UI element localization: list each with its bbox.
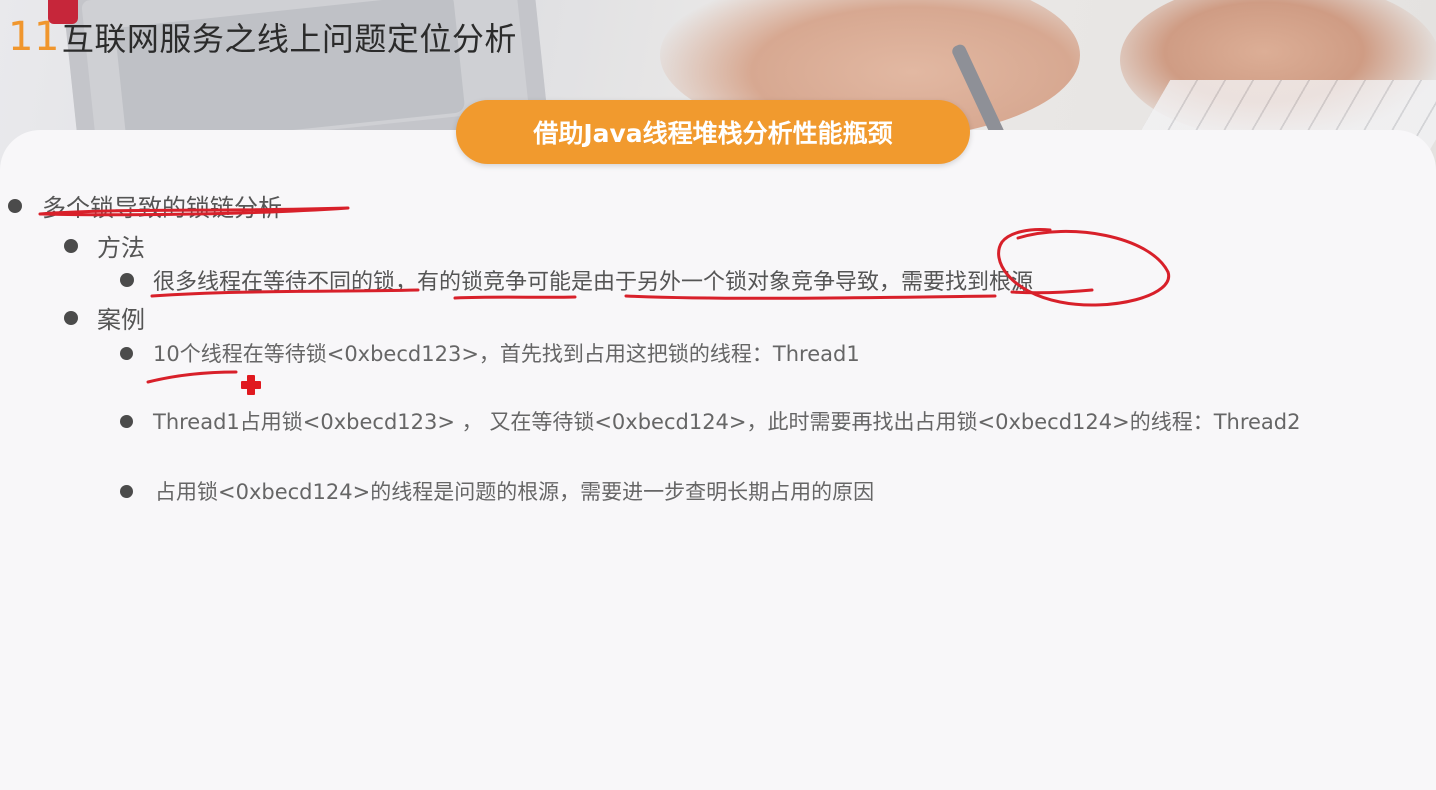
bullet-dot-icon xyxy=(64,238,78,253)
slide-content-card xyxy=(0,130,1436,790)
case-item-label: 占用锁<0xbecd124>的线程是问题的根源，需要进一步查明长期占用的原因 xyxy=(155,480,875,504)
case-item-label: Thread1占用锁<0xbecd123> ， 又在等待锁<0xbecd124>… xyxy=(153,410,1301,434)
bullet-dot-icon xyxy=(120,484,133,498)
bullet-dot-icon xyxy=(8,198,22,213)
outline-item-label: 方法 xyxy=(97,234,145,262)
case-item-label: 10个线程在等待锁<0xbecd123>，首先找到占用这把锁的线程：Thread… xyxy=(153,342,860,366)
outline-item-label: 很多线程在等待不同的锁，有的锁竞争可能是由于另外一个锁对象竞争导致，需要找到根源 xyxy=(153,270,1034,295)
case-item-1: 10个线程在等待锁<0xbecd123>，首先找到占用这把锁的线程：Thread… xyxy=(120,338,860,368)
bullet-dot-icon xyxy=(120,414,133,428)
outline-item-label: 多个锁导致的锁链分析 xyxy=(42,194,282,222)
slide-title: 11互联网服务之线上问题定位分析 xyxy=(8,14,517,60)
subtitle-text: 借助Java线程堆栈分析性能瓶颈 xyxy=(533,119,893,148)
slide-title-text: 互联网服务之线上问题定位分析 xyxy=(61,20,517,58)
slide-number: 11 xyxy=(8,14,60,60)
outline-item-case: 案例 xyxy=(64,300,145,335)
outline-item-label: 案例 xyxy=(97,306,145,334)
outline-item-method: 方法 xyxy=(64,228,145,263)
bullet-dot-icon xyxy=(120,346,133,360)
case-item-3: 占用锁<0xbecd124>的线程是问题的根源，需要进一步查明长期占用的原因 xyxy=(120,476,874,506)
bullet-dot-icon xyxy=(64,310,78,325)
outline-item-lock-chain: 多个锁导致的锁链分析 xyxy=(8,188,282,223)
bullet-dot-icon xyxy=(120,273,134,287)
subtitle-banner: 借助Java线程堆栈分析性能瓶颈 xyxy=(456,100,970,164)
red-cross-pointer-icon xyxy=(241,375,261,395)
outline-item-method-detail: 很多线程在等待不同的锁，有的锁竞争可能是由于另外一个锁对象竞争导致，需要找到根源 xyxy=(120,264,1033,296)
case-item-2: Thread1占用锁<0xbecd123> ， 又在等待锁<0xbecd124>… xyxy=(120,406,1301,436)
